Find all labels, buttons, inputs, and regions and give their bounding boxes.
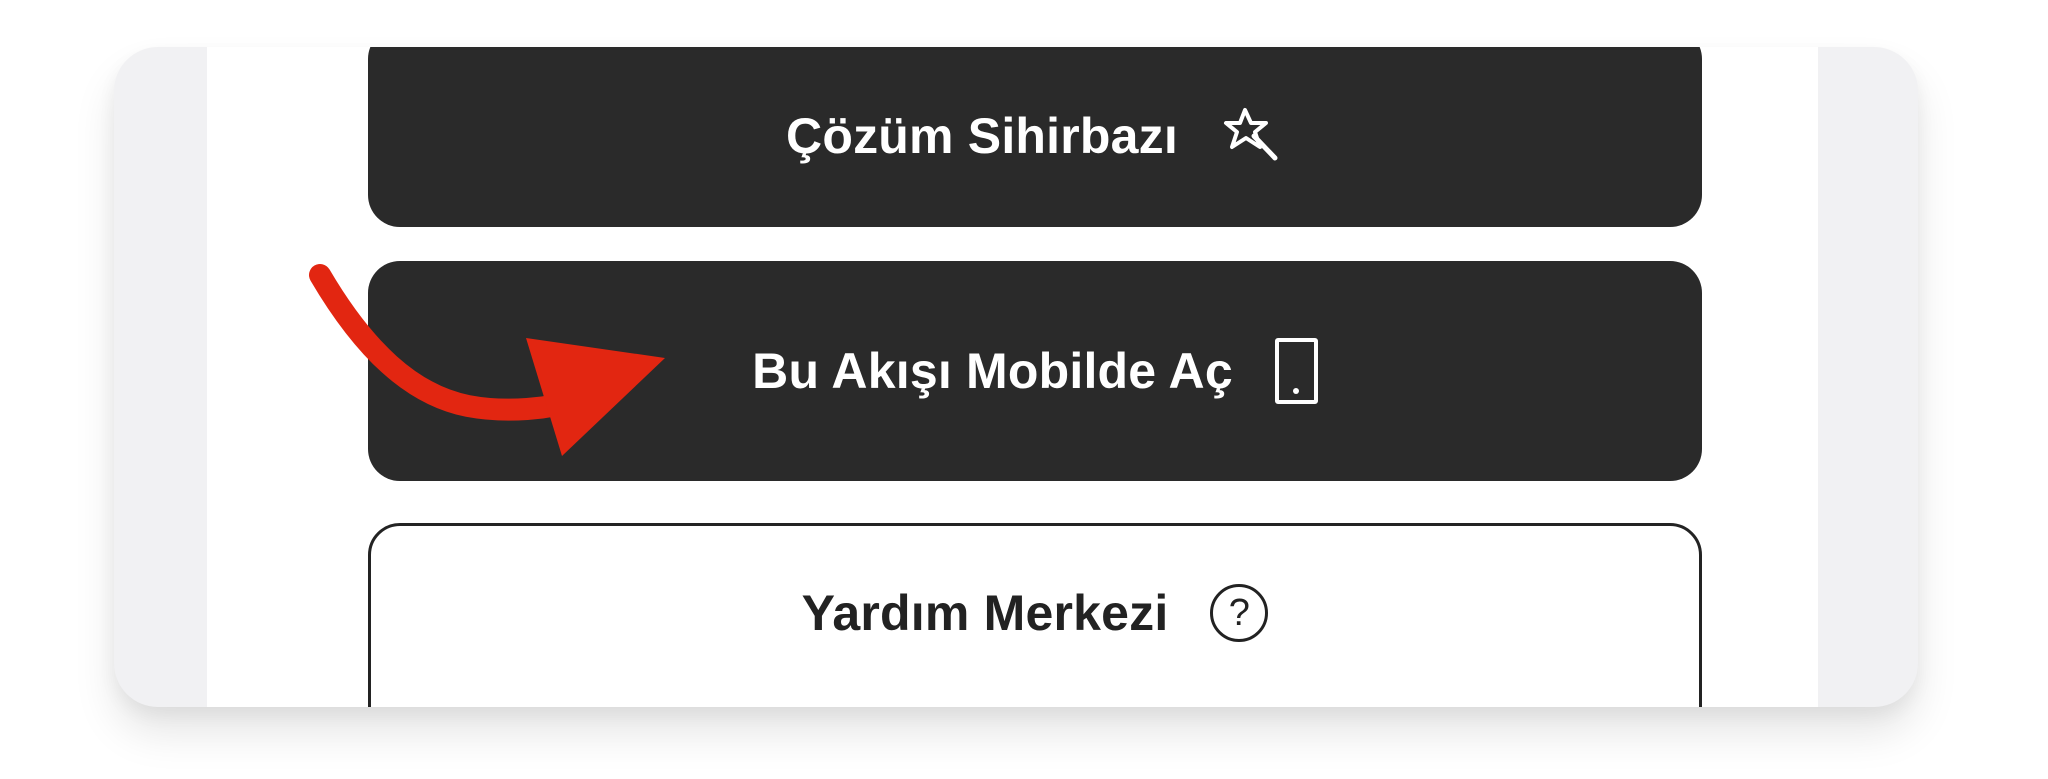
screenshot-stage: Çözüm Sihirbazı Bu Akışı Mobilde Aç Yard… bbox=[0, 0, 2048, 779]
menu-panel: Çözüm Sihirbazı Bu Akışı Mobilde Aç Yard… bbox=[207, 47, 1818, 707]
open-in-mobile-label: Bu Akışı Mobilde Aç bbox=[752, 343, 1233, 399]
question-circle-icon: ? bbox=[1210, 584, 1269, 642]
mobile-phone-icon bbox=[1274, 338, 1318, 404]
menu-card: Çözüm Sihirbazı Bu Akışı Mobilde Aç Yard… bbox=[114, 47, 1918, 707]
solution-wizard-label: Çözüm Sihirbazı bbox=[786, 108, 1178, 164]
solution-wizard-button[interactable]: Çözüm Sihirbazı bbox=[368, 47, 1702, 227]
magic-wand-icon bbox=[1220, 104, 1284, 168]
open-in-mobile-button[interactable]: Bu Akışı Mobilde Aç bbox=[368, 261, 1702, 481]
help-center-label: Yardım Merkezi bbox=[801, 585, 1169, 641]
help-center-button[interactable]: Yardım Merkezi ? bbox=[368, 523, 1702, 707]
